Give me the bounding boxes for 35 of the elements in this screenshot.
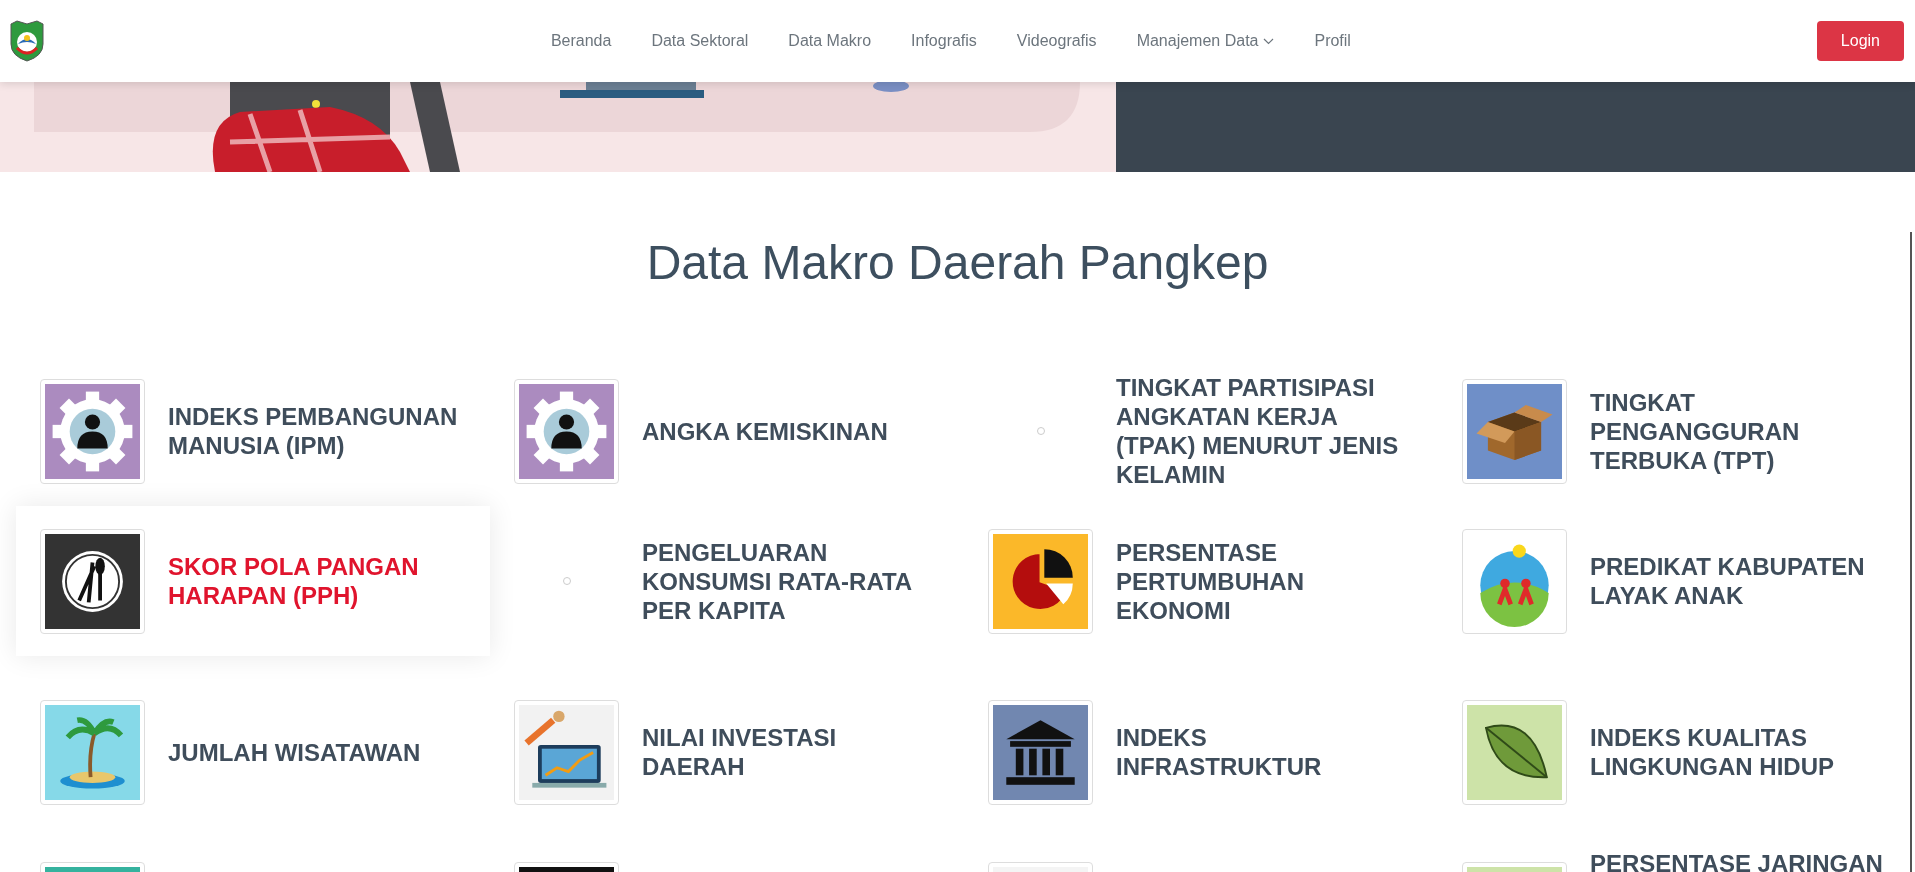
chevron-down-icon xyxy=(1263,37,1275,45)
indicator-link[interactable]: JUMLAH WISATAWAN xyxy=(168,737,466,767)
indicator-link[interactable]: INDEKS PEMBANGUNAN MANUSIA (IPM) xyxy=(168,402,466,460)
indicator-link[interactable]: INDEKS KUALITAS LINGKUNGAN HIDUP xyxy=(1590,723,1888,781)
indicator-link[interactable]: ANGKA KEMISKINAN xyxy=(642,416,940,446)
nav-link[interactable]: Data Makro xyxy=(788,32,872,50)
palm-island-icon[interactable] xyxy=(40,699,145,805)
nav-link[interactable]: Manajemen Data xyxy=(1136,32,1275,50)
section-title: Data Makro Daerah Pangkep xyxy=(645,234,1270,291)
indicator-link[interactable]: PENGELUARAN KONSUMSI RATA-RATA PER KAPITA xyxy=(642,537,940,625)
person-gear-icon[interactable] xyxy=(514,378,619,484)
scrollbar[interactable] xyxy=(1910,232,1912,872)
indicator-link[interactable]: TINGKAT PARTISIPASI ANGKATAN KERJA (TPAK) MENURUT JENIS KELAMIN xyxy=(1116,373,1414,489)
indicator-link[interactable]: INDEKS INFRASTRUKTUR xyxy=(1116,723,1414,781)
login-button[interactable]: Login xyxy=(1816,21,1904,61)
indicator-link[interactable]: NILAI INVESTASI DAERAH xyxy=(642,723,940,781)
indicator-link[interactable]: SKOR POLA PANGAN HARAPAN (PPH) xyxy=(168,552,466,610)
laptop-chart-icon[interactable] xyxy=(514,699,619,805)
nav-link[interactable]: Beranda xyxy=(550,32,612,50)
nav-link[interactable]: Videografis xyxy=(1016,32,1097,50)
nav-link[interactable]: Data Sektoral xyxy=(651,32,749,50)
leaf-icon[interactable] xyxy=(1462,699,1567,805)
person-gear-icon[interactable] xyxy=(40,378,145,484)
indicator-link[interactable]: PREDIKAT KABUPATEN LAYAK ANAK xyxy=(1590,552,1888,610)
cardboard-box-icon[interactable] xyxy=(1462,378,1567,484)
pie-chart-icon[interactable] xyxy=(988,528,1093,634)
nav-link[interactable]: Profil xyxy=(1314,32,1351,50)
children-logo-icon[interactable] xyxy=(1462,528,1567,634)
plate-cutlery-icon[interactable] xyxy=(40,528,145,634)
indicator-link[interactable]: PERSENTASE JARINGAN xyxy=(1590,855,1888,872)
indicator-link[interactable]: PERSENTASE PERTUMBUHAN EKONOMI xyxy=(1116,537,1414,625)
building-columns-icon[interactable] xyxy=(988,699,1093,805)
indicator-link[interactable]: TINGKAT PENGANGGURAN TERBUKA (TPT) xyxy=(1590,387,1888,475)
nav-link[interactable]: Infografis xyxy=(911,32,977,50)
logo-icon[interactable] xyxy=(9,20,45,62)
